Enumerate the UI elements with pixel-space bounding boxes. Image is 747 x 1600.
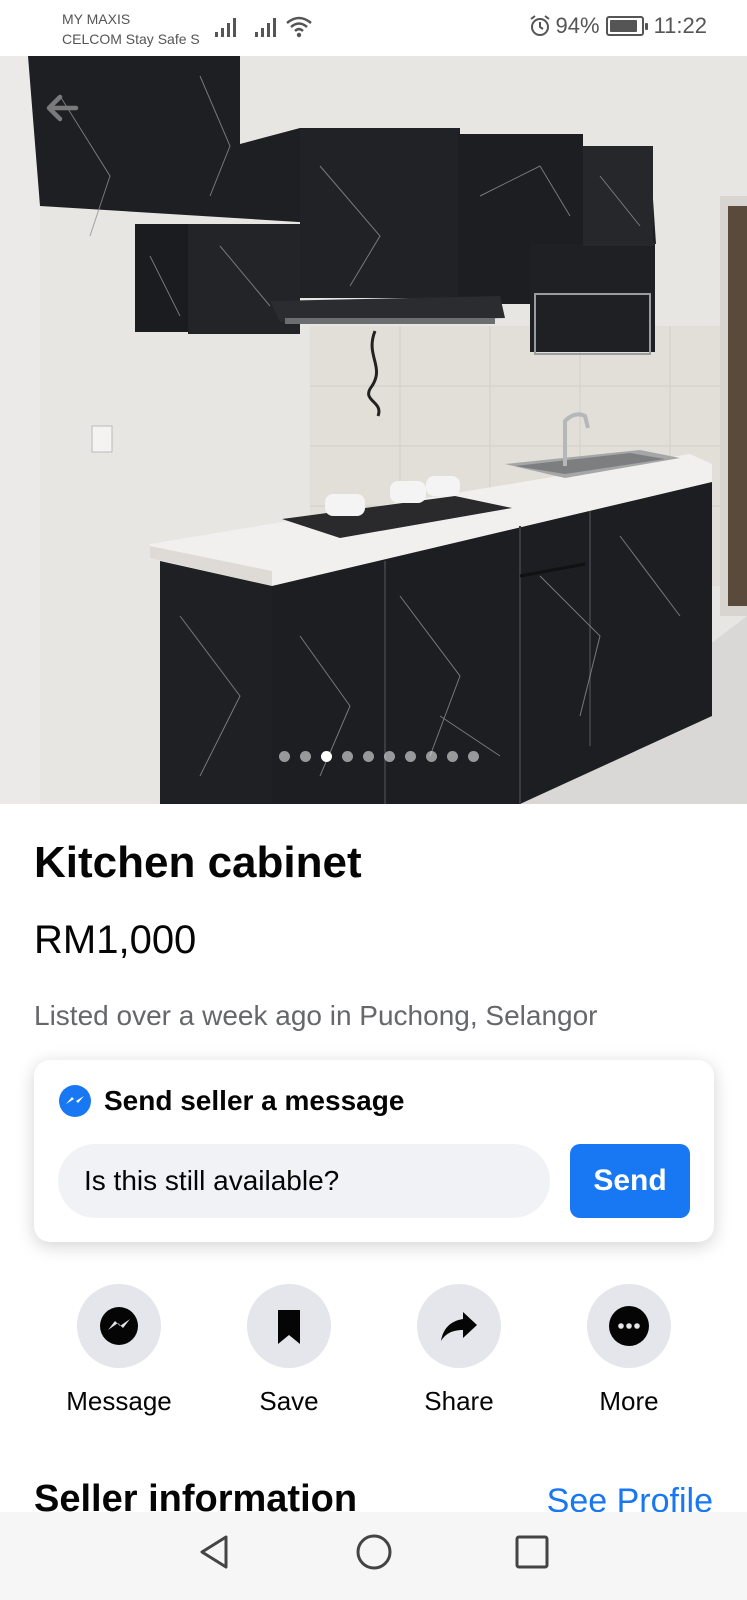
message-card-header: Send seller a message [58, 1084, 404, 1118]
nav-back-icon[interactable] [196, 1532, 232, 1572]
message-button[interactable]: Message [34, 1284, 204, 1417]
status-bar: MY MAXIS CELCOM Stay Safe S 94% 11:22 [0, 0, 747, 56]
send-button[interactable]: Send [570, 1144, 690, 1218]
message-card-title: Send seller a message [104, 1085, 405, 1116]
gallery-pagination[interactable] [0, 751, 747, 762]
carrier-info: MY MAXIS CELCOM Stay Safe S [62, 8, 202, 50]
gallery-dot[interactable] [299, 751, 311, 762]
status-right: 94% 11:22 [528, 13, 707, 39]
more-action-circle [587, 1284, 671, 1368]
back-arrow-icon[interactable] [40, 86, 84, 130]
messenger-icon [59, 1085, 91, 1117]
gallery-dot[interactable] [446, 751, 458, 762]
battery-percent: 94% [555, 13, 600, 38]
more-icon [609, 1306, 649, 1346]
gallery-dot[interactable] [425, 751, 437, 762]
share-button[interactable]: Share [374, 1284, 544, 1417]
save-button[interactable]: Save [204, 1284, 374, 1417]
clock: 11:22 [653, 13, 707, 38]
save-action-circle [247, 1284, 331, 1368]
listing-photo[interactable] [0, 56, 747, 804]
listing-meta: Listed over a week ago in Puchong, Selan… [34, 1000, 598, 1031]
nav-recents-icon[interactable] [514, 1532, 550, 1572]
bookmark-icon [278, 1310, 300, 1344]
more-label: More [599, 1386, 659, 1416]
listing-title: Kitchen cabinet [34, 838, 362, 887]
gallery-dot[interactable] [404, 751, 416, 762]
signal-icon [215, 18, 236, 37]
gallery-dot[interactable] [383, 751, 395, 762]
carrier-1: MY MAXIS [62, 11, 131, 27]
alarm-icon [529, 15, 550, 36]
carrier-2: CELCOM Stay Safe S [62, 31, 200, 47]
wifi-icon [286, 16, 312, 38]
share-action-circle [417, 1284, 501, 1368]
gallery-dot[interactable] [278, 751, 290, 762]
gallery-dot[interactable] [341, 751, 353, 762]
signal-icon [255, 18, 276, 37]
action-bar: Message Save Share More [0, 1284, 747, 1417]
gallery-dot[interactable] [467, 751, 479, 762]
save-label: Save [259, 1386, 319, 1416]
share-label: Share [424, 1386, 494, 1416]
system-navigation-bar [0, 1512, 747, 1600]
send-message-card: Send seller a message Is this still avai… [34, 1060, 714, 1242]
message-action-circle [77, 1284, 161, 1368]
more-button[interactable]: More [544, 1284, 714, 1417]
messenger-icon [100, 1307, 138, 1345]
nav-home-icon[interactable] [354, 1532, 394, 1572]
share-icon [441, 1312, 477, 1341]
kitchen-cabinet-photo [0, 56, 747, 804]
listing-price: RM1,000 [34, 918, 197, 962]
gallery-dot[interactable] [320, 751, 332, 762]
battery-icon [605, 16, 648, 36]
message-input[interactable]: Is this still available? [58, 1144, 550, 1218]
gallery-dot[interactable] [362, 751, 374, 762]
message-label: Message [66, 1386, 172, 1416]
